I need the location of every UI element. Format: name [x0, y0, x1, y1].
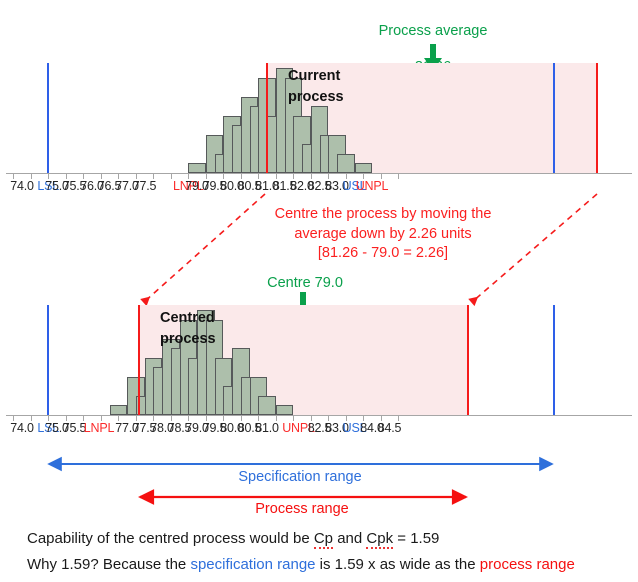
histogram-bar	[258, 396, 276, 415]
top-lnpl-line	[266, 63, 268, 173]
axis-tick	[398, 174, 399, 179]
axis-tick	[171, 174, 172, 179]
bottom-lsl-line	[47, 305, 49, 415]
bottom-unpl-line	[467, 305, 469, 415]
bottom-lnpl-line	[138, 305, 140, 415]
caption-line1-part-b: and	[333, 530, 366, 547]
top-unpl-line	[596, 63, 598, 173]
specification-range-label: Specification range	[238, 469, 361, 485]
axis-tick-label: 81.0	[255, 421, 279, 435]
axis-tick-label: 74.0	[10, 179, 34, 193]
capability-diagram: Process average 81.26 Current process 74…	[0, 0, 638, 582]
axis-tick-label: UNPL	[356, 179, 389, 193]
axis-tick-label: 74.0	[10, 421, 34, 435]
caption-line-2: Why 1.59? Because the specification rang…	[27, 553, 575, 576]
caption-specification-range: specification range	[190, 556, 315, 573]
axis-tick-label: 84.5	[378, 421, 402, 435]
histogram-bar	[276, 405, 294, 415]
process-range-label: Process range	[255, 501, 349, 517]
axis-tick-label: 77.5	[133, 179, 157, 193]
caption-line1-part-a: Capability of the centred process would …	[27, 530, 314, 547]
caption-line2-part-b: is 1.59 x as wide as the	[316, 556, 480, 573]
caption-cpk-term: Cpk	[366, 530, 393, 549]
caption-line-1: Capability of the centred process would …	[27, 527, 439, 550]
bottom-usl-line	[553, 305, 555, 415]
top-chart: Current process 74.0LSL75.075.576.076.57…	[0, 0, 638, 200]
histogram-bar	[337, 154, 355, 173]
histogram-bar	[355, 163, 373, 173]
top-lsl-line	[47, 63, 49, 173]
axis-tick-label: LNPL	[84, 421, 114, 435]
caption-line1-part-c: = 1.59	[393, 530, 439, 547]
histogram-bar	[110, 405, 128, 415]
caption-line2-part-a: Why 1.59? Because the	[27, 556, 190, 573]
top-axis-line	[6, 173, 632, 174]
axis-tick-label: 75.5	[63, 421, 87, 435]
bottom-chart: Centred process 74.0LSL75.075.5LNPL77.07…	[0, 250, 638, 450]
top-usl-line	[553, 63, 555, 173]
top-chart-caption: Current process	[288, 66, 344, 108]
bottom-plot-area: Centred process 74.0LSL75.075.5LNPL77.07…	[0, 250, 638, 450]
bottom-axis-line	[6, 415, 632, 416]
bottom-chart-caption: Centred process	[160, 308, 216, 350]
top-plot-area: Current process 74.0LSL75.075.576.076.57…	[0, 0, 638, 200]
histogram-bar	[188, 163, 206, 173]
caption-process-range: process range	[480, 556, 575, 573]
caption-cp-term: Cp	[314, 530, 333, 549]
